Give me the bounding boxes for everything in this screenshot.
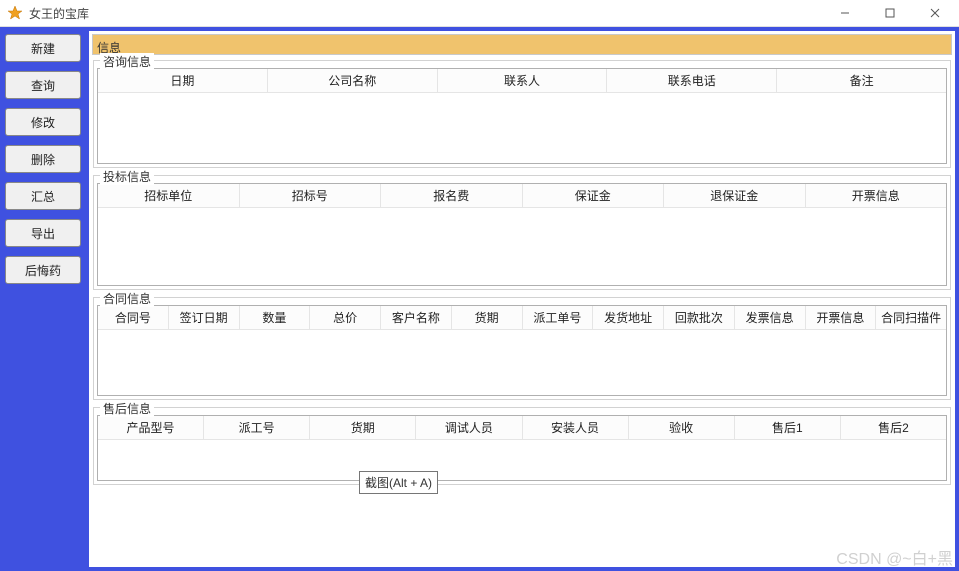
col-contract-no[interactable]: 合同号	[98, 306, 169, 330]
col-remark[interactable]: 备注	[777, 69, 946, 93]
panel-title-bar: 信息	[92, 34, 952, 55]
col-reg-fee[interactable]: 报名费	[381, 184, 523, 208]
query-button[interactable]: 查询	[5, 71, 81, 99]
col-debug-staff[interactable]: 调试人员	[416, 416, 522, 440]
col-bid-no[interactable]: 招标号	[240, 184, 382, 208]
col-aftersale2[interactable]: 售后2	[841, 416, 946, 440]
col-company[interactable]: 公司名称	[268, 69, 438, 93]
table-contract[interactable]: 合同号 签订日期 数量 总价 客户名称 货期 派工单号 发货地址 回款批次 发票…	[97, 305, 947, 396]
modify-button[interactable]: 修改	[5, 108, 81, 136]
col-scan[interactable]: 合同扫描件	[876, 306, 946, 330]
col-refund-deposit[interactable]: 退保证金	[664, 184, 806, 208]
table-row: 日期 公司名称 联系人 联系电话 备注	[98, 69, 946, 93]
section-aftersale: 售后信息 产品型号 派工号 货期 调试人员 安装人员 验收 售后1 售后2	[93, 407, 951, 485]
col-delivery[interactable]: 货期	[310, 416, 416, 440]
sidebar: 新建 查询 修改 删除 汇总 导出 后悔药	[2, 29, 87, 569]
col-aftersale1[interactable]: 售后1	[735, 416, 841, 440]
col-payment-batch[interactable]: 回款批次	[664, 306, 735, 330]
delete-button[interactable]: 删除	[5, 145, 81, 173]
col-phone[interactable]: 联系电话	[607, 69, 777, 93]
col-contact[interactable]: 联系人	[438, 69, 608, 93]
col-total[interactable]: 总价	[310, 306, 381, 330]
maximize-button[interactable]	[867, 0, 912, 26]
col-customer[interactable]: 客户名称	[381, 306, 452, 330]
undo-button[interactable]: 后悔药	[5, 256, 81, 284]
screenshot-tooltip: 截图(Alt + A)	[359, 471, 438, 494]
app-icon	[7, 5, 23, 21]
titlebar: 女王的宝库	[0, 0, 959, 27]
col-product-model[interactable]: 产品型号	[98, 416, 204, 440]
col-qty[interactable]: 数量	[240, 306, 311, 330]
export-button[interactable]: 导出	[5, 219, 81, 247]
section-bid: 投标信息 招标单位 招标号 报名费 保证金 退保证金 开票信息	[93, 175, 951, 290]
col-dispatch-no[interactable]: 派工单号	[523, 306, 594, 330]
section-title-bid: 投标信息	[100, 168, 154, 185]
col-invoice[interactable]: 发票信息	[735, 306, 806, 330]
content-panel: 信息 咨询信息 日期 公司名称 联系人 联系电话 备注 投标信息 招标单位 招	[87, 29, 957, 569]
table-consult[interactable]: 日期 公司名称 联系人 联系电话 备注	[97, 68, 947, 164]
section-consult: 咨询信息 日期 公司名称 联系人 联系电话 备注	[93, 60, 951, 168]
close-button[interactable]	[912, 0, 957, 26]
window-title: 女王的宝库	[29, 5, 89, 22]
new-button[interactable]: 新建	[5, 34, 81, 62]
col-bid-unit[interactable]: 招标单位	[98, 184, 240, 208]
section-title-consult: 咨询信息	[100, 53, 154, 70]
table-bid[interactable]: 招标单位 招标号 报名费 保证金 退保证金 开票信息	[97, 183, 947, 286]
col-invoice-info[interactable]: 开票信息	[806, 184, 947, 208]
section-contract: 合同信息 合同号 签订日期 数量 总价 客户名称 货期 派工单号 发货地址 回款…	[93, 297, 951, 400]
table-aftersale[interactable]: 产品型号 派工号 货期 调试人员 安装人员 验收 售后1 售后2	[97, 415, 947, 481]
col-install-staff[interactable]: 安装人员	[523, 416, 629, 440]
table-row: 招标单位 招标号 报名费 保证金 退保证金 开票信息	[98, 184, 946, 208]
section-title-aftersale: 售后信息	[100, 400, 154, 417]
col-ship-addr[interactable]: 发货地址	[593, 306, 664, 330]
col-billing[interactable]: 开票信息	[806, 306, 877, 330]
col-acceptance[interactable]: 验收	[629, 416, 735, 440]
col-sign-date[interactable]: 签订日期	[169, 306, 240, 330]
section-title-contract: 合同信息	[100, 290, 154, 307]
main-area: 新建 查询 修改 删除 汇总 导出 后悔药 信息 咨询信息 日期 公司名称 联系…	[0, 27, 959, 571]
col-date[interactable]: 日期	[98, 69, 268, 93]
summary-button[interactable]: 汇总	[5, 182, 81, 210]
col-dispatch[interactable]: 派工号	[204, 416, 310, 440]
table-row: 合同号 签订日期 数量 总价 客户名称 货期 派工单号 发货地址 回款批次 发票…	[98, 306, 946, 330]
col-delivery-date[interactable]: 货期	[452, 306, 523, 330]
table-row: 产品型号 派工号 货期 调试人员 安装人员 验收 售后1 售后2	[98, 416, 946, 440]
col-deposit[interactable]: 保证金	[523, 184, 665, 208]
minimize-button[interactable]	[822, 0, 867, 26]
